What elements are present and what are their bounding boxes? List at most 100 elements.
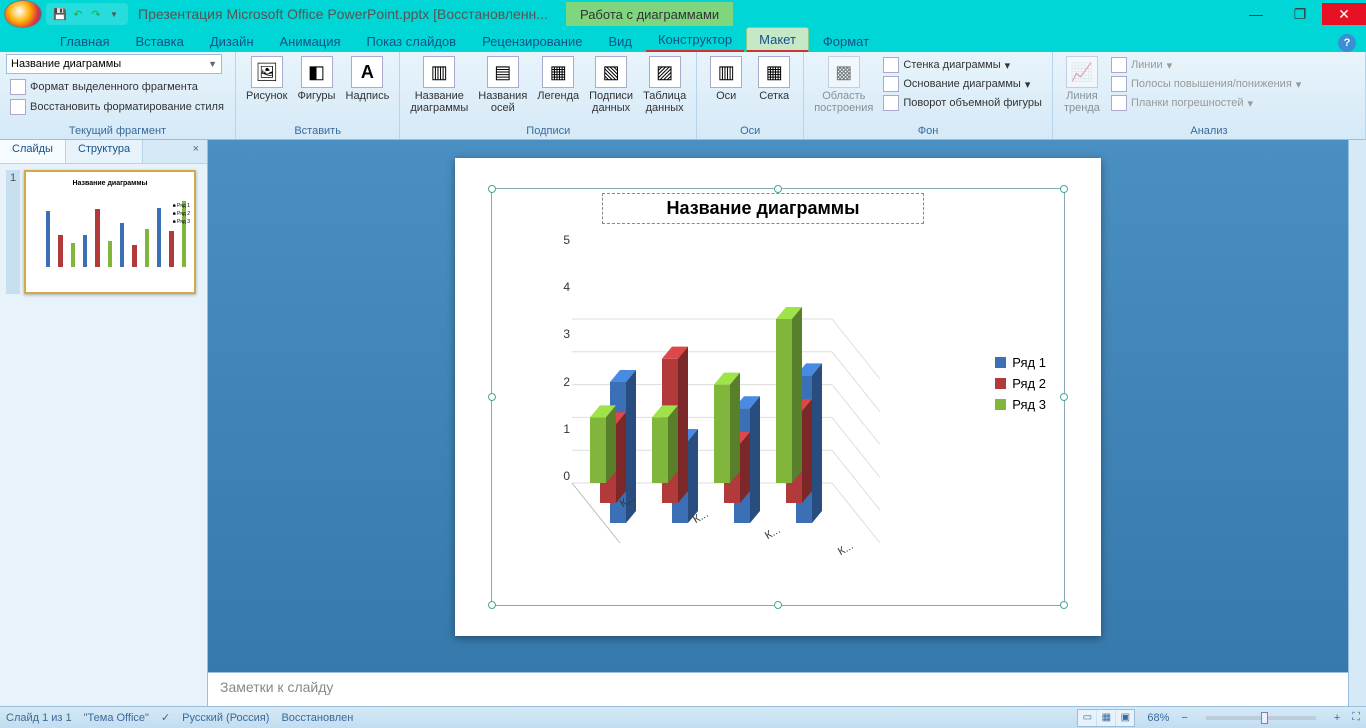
legend-button[interactable]: ▦Легенда <box>533 54 583 104</box>
plot-area-button[interactable]: ▩Область построения <box>810 54 877 116</box>
chart-wall-button[interactable]: Стенка диаграммы ▾ <box>879 56 1046 74</box>
textbox-button[interactable]: AНадпись <box>342 54 394 104</box>
thumbnails: 1 Название диаграммы ■ Ряд 1■ Ряд 2■ Ряд… <box>0 164 207 706</box>
tab-format[interactable]: Формат <box>811 30 881 52</box>
axis-titles-button[interactable]: ▤Названия осей <box>474 54 531 116</box>
3d-rotation-button[interactable]: Поворот объемной фигуры <box>879 94 1046 112</box>
zoom-level[interactable]: 68% <box>1147 712 1169 724</box>
canvas-area: Название диаграммы 0 1 2 3 4 5 К...К...К… <box>208 140 1348 706</box>
chart-element-selector[interactable]: Название диаграммы ▼ <box>6 54 222 74</box>
tab-view[interactable]: Вид <box>596 30 644 52</box>
reset-style-button[interactable]: Восстановить форматирование стиля <box>6 98 228 116</box>
resize-handle[interactable] <box>774 601 782 609</box>
tab-layout[interactable]: Макет <box>746 27 809 52</box>
group-analysis: 📈Линия тренда Линии ▾ Полосы повышения/п… <box>1053 52 1366 139</box>
resize-handle[interactable] <box>774 185 782 193</box>
updown-bars-button: Полосы повышения/понижения ▾ <box>1107 75 1305 93</box>
format-selection-button[interactable]: Формат выделенного фрагмента <box>6 78 202 96</box>
tab-constructor[interactable]: Конструктор <box>646 28 744 52</box>
office-button[interactable] <box>4 0 42 28</box>
tab-slideshow[interactable]: Показ слайдов <box>355 30 469 52</box>
normal-view-button[interactable]: ▭ <box>1078 710 1096 726</box>
axes-button[interactable]: ▥Оси <box>703 54 749 104</box>
view-buttons: ▭ ▦ ▣ <box>1077 709 1135 727</box>
error-bars-button: Планки погрешностей ▾ <box>1107 94 1305 112</box>
close-button[interactable]: ✕ <box>1322 3 1366 25</box>
canvas-scroll[interactable]: Название диаграммы 0 1 2 3 4 5 К...К...К… <box>208 140 1348 672</box>
redo-icon[interactable]: ↷ <box>88 6 104 22</box>
contextual-tab-label: Работа с диаграммами <box>566 2 733 26</box>
resize-handle[interactable] <box>488 601 496 609</box>
notes-placeholder: Заметки к слайду <box>220 679 333 695</box>
chart-object[interactable]: Название диаграммы 0 1 2 3 4 5 К...К...К… <box>491 188 1065 606</box>
data-table-button[interactable]: ▨Таблица данных <box>639 54 690 116</box>
slide-number: 1 <box>6 170 20 294</box>
thumbnail-item[interactable]: 1 Название диаграммы ■ Ряд 1■ Ряд 2■ Ряд… <box>6 170 201 294</box>
trendline-button[interactable]: 📈Линия тренда <box>1059 54 1105 116</box>
window-controls: — ❐ ✕ <box>1234 3 1366 25</box>
gridlines-icon: ▦ <box>758 56 790 88</box>
bars-svg <box>572 233 882 577</box>
qat-dropdown-icon[interactable]: ▼ <box>106 6 122 22</box>
legend-icon: ▦ <box>542 56 574 88</box>
slideshow-view-button[interactable]: ▣ <box>1116 710 1134 726</box>
tab-insert[interactable]: Вставка <box>123 30 195 52</box>
resize-handle[interactable] <box>1060 185 1068 193</box>
plot-area[interactable] <box>572 233 882 577</box>
reset-icon <box>10 99 26 115</box>
picture-button[interactable]: 🖼Рисунок <box>242 54 292 104</box>
maximize-button[interactable]: ❐ <box>1278 3 1322 25</box>
slides-tab[interactable]: Слайды <box>0 140 66 163</box>
vertical-scrollbar[interactable] <box>1348 140 1366 706</box>
shapes-button[interactable]: ◧Фигуры <box>294 54 340 104</box>
tab-review[interactable]: Рецензирование <box>470 30 594 52</box>
chart-title-button[interactable]: ▥Название диаграммы <box>406 54 472 116</box>
panel-close-icon[interactable]: × <box>185 140 207 163</box>
thumb-chart <box>34 187 186 267</box>
trendline-icon: 📈 <box>1066 56 1098 88</box>
group-label: Подписи <box>406 124 690 139</box>
zoom-out-button[interactable]: − <box>1181 712 1187 724</box>
legend[interactable]: Ряд 1Ряд 2Ряд 3 <box>995 349 1046 418</box>
undo-icon[interactable]: ↶ <box>70 6 86 22</box>
resize-handle[interactable] <box>1060 601 1068 609</box>
minimize-button[interactable]: — <box>1234 3 1278 25</box>
x-axis-categories: К...К...К...К... <box>592 495 882 507</box>
shapes-icon: ◧ <box>301 56 333 88</box>
selector-value: Название диаграммы <box>11 58 121 70</box>
save-icon[interactable]: 💾 <box>52 6 68 22</box>
outline-tab[interactable]: Структура <box>66 140 143 163</box>
slide[interactable]: Название диаграммы 0 1 2 3 4 5 К...К...К… <box>455 158 1101 636</box>
work-area: Слайды Структура × 1 Название диаграммы … <box>0 140 1366 706</box>
thumb-legend: ■ Ряд 1■ Ряд 2■ Ряд 3 <box>173 202 190 226</box>
gridlines-button[interactable]: ▦Сетка <box>751 54 797 104</box>
lines-button: Линии ▾ <box>1107 56 1305 74</box>
data-labels-icon: ▧ <box>595 56 627 88</box>
tab-design[interactable]: Дизайн <box>198 30 266 52</box>
tab-animation[interactable]: Анимация <box>268 30 353 52</box>
zoom-handle[interactable] <box>1261 712 1268 724</box>
sorter-view-button[interactable]: ▦ <box>1097 710 1115 726</box>
spellcheck-icon[interactable]: ✓ <box>161 711 170 724</box>
fit-window-button[interactable]: ⛶ <box>1352 711 1360 724</box>
language[interactable]: Русский (Россия) <box>182 712 269 724</box>
resize-handle[interactable] <box>1060 393 1068 401</box>
zoom-slider[interactable] <box>1206 716 1316 720</box>
resize-handle[interactable] <box>488 185 496 193</box>
group-label: Анализ <box>1059 124 1359 139</box>
chart-title-icon: ▥ <box>423 56 455 88</box>
tab-home[interactable]: Главная <box>48 30 121 52</box>
chart-floor-button[interactable]: Основание диаграммы ▾ <box>879 75 1046 93</box>
help-button[interactable]: ? <box>1338 34 1356 52</box>
data-labels-button[interactable]: ▧Подписи данных <box>585 54 637 116</box>
plot-area-icon: ▩ <box>828 56 860 88</box>
resize-handle[interactable] <box>488 393 496 401</box>
group-current-selection: Название диаграммы ▼ Формат выделенного … <box>0 52 236 139</box>
axis-titles-icon: ▤ <box>487 56 519 88</box>
slide-thumbnail[interactable]: Название диаграммы ■ Ряд 1■ Ряд 2■ Ряд 3 <box>24 170 196 294</box>
notes-pane[interactable]: Заметки к слайду <box>208 672 1348 706</box>
chart-title[interactable]: Название диаграммы <box>602 193 924 224</box>
zoom-in-button[interactable]: + <box>1334 712 1340 724</box>
group-labels: ▥Название диаграммы ▤Названия осей ▦Леге… <box>400 52 697 139</box>
title-bar: 💾 ↶ ↷ ▼ Презентация Microsoft Office Pow… <box>0 0 1366 28</box>
